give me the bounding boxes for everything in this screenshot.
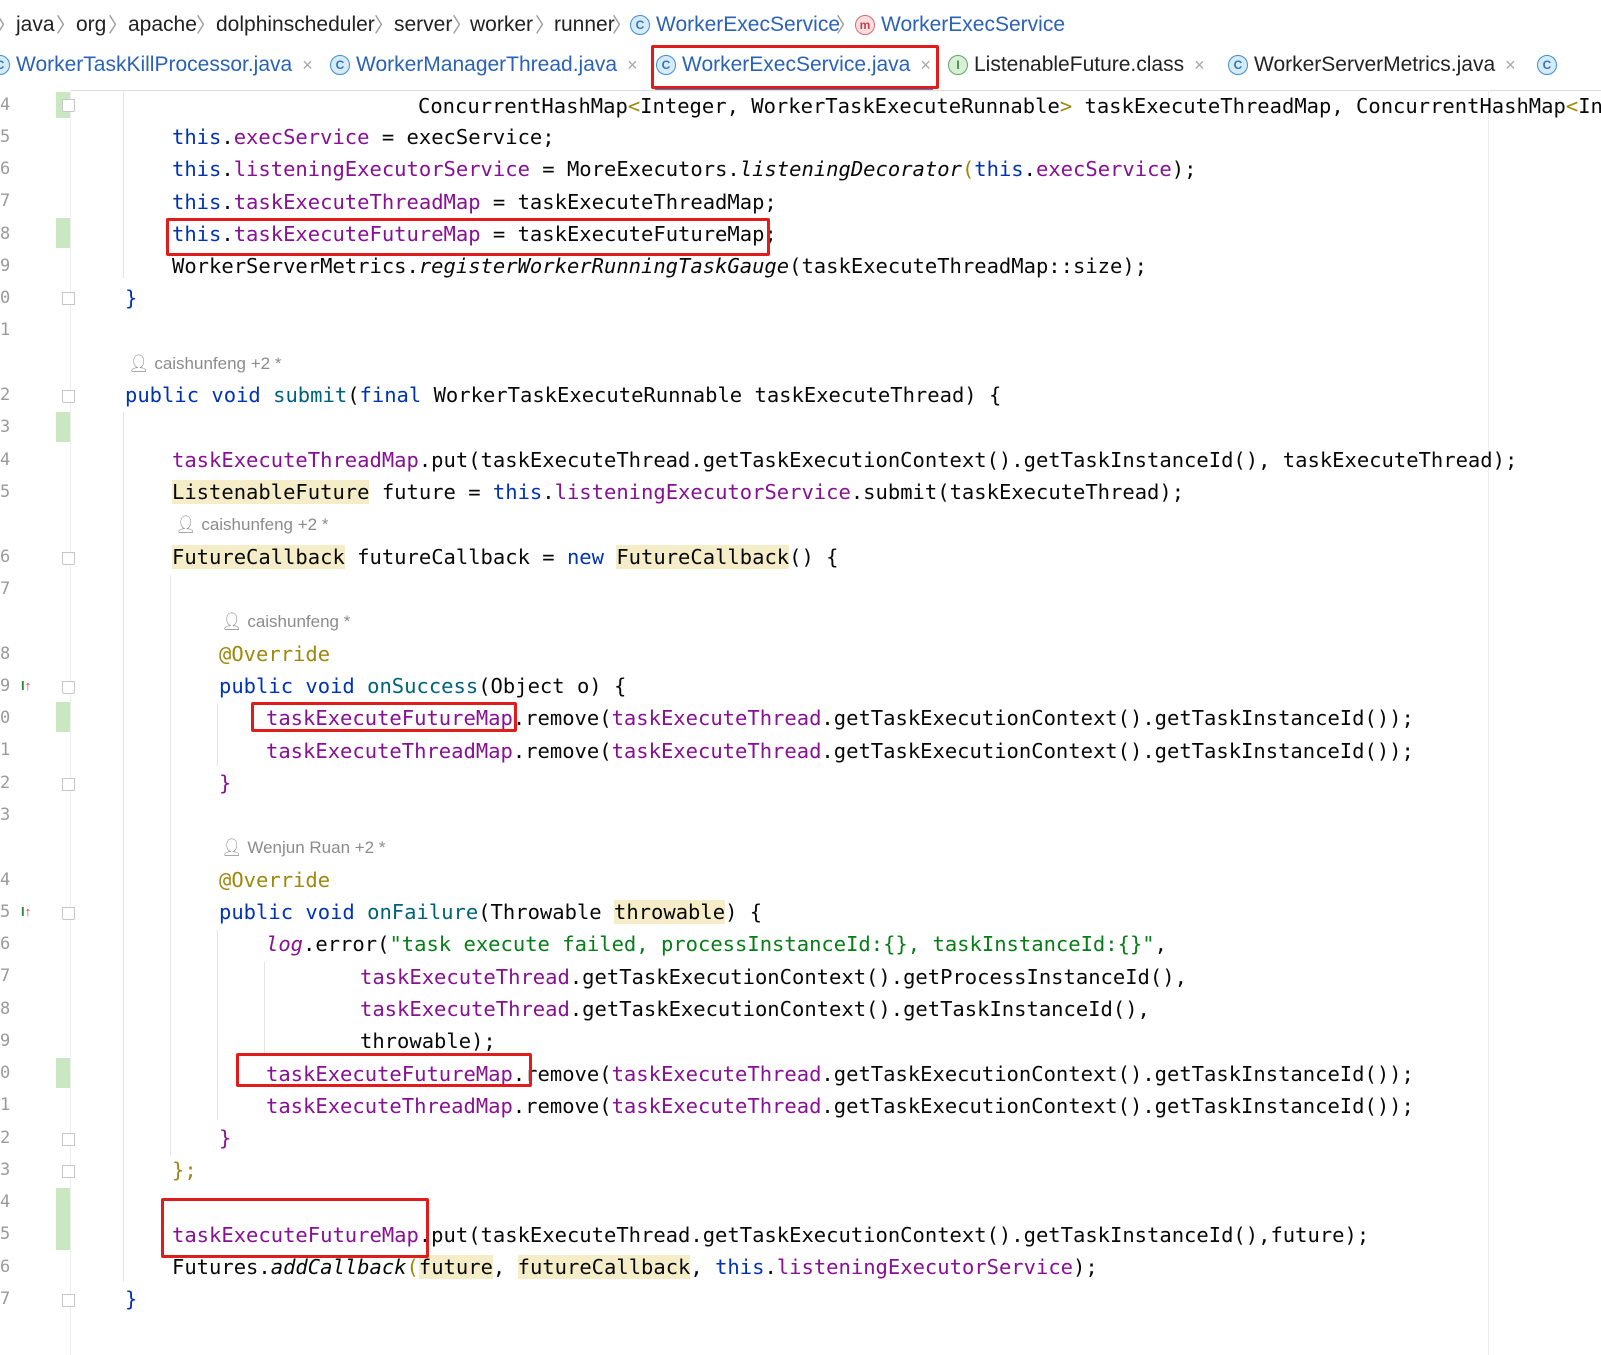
chevron-right-icon: 〉 — [452, 15, 472, 37]
user-icon: 👤︎ — [175, 515, 197, 534]
user-icon: 👤︎ — [221, 612, 243, 631]
tab-workertaskkillprocessor[interactable]: C WorkerTaskKillProcessor.java × — [0, 52, 313, 78]
code-line: taskExecuteThread.getTaskExecutionContex… — [360, 997, 1150, 1021]
tab-label: WorkerServerMetrics.java — [1254, 53, 1496, 76]
code-line: ConcurrentHashMap<Integer, WorkerTaskExe… — [418, 94, 1601, 118]
author-hint[interactable]: 👤︎ Wenjun Ruan +2 * — [221, 836, 385, 860]
author-hint[interactable]: 👤︎ caishunfeng +2 * — [175, 513, 328, 537]
code-line: this.execService = execService; — [172, 125, 555, 149]
code-line: public void onFailure(Throwable throwabl… — [219, 900, 763, 924]
chevron-right-icon: 〉 — [0, 13, 16, 39]
code-line: } — [125, 286, 138, 310]
close-icon[interactable]: × — [1194, 55, 1205, 75]
chevron-right-icon: 〉 — [836, 15, 856, 37]
tab-label: ListenableFuture.class — [974, 53, 1185, 76]
breadcrumb-class-label: WorkerExecService — [656, 13, 840, 36]
author-hint[interactable]: 👤︎ caishunfeng * — [221, 610, 350, 634]
tab-workermanagerthread[interactable]: C WorkerManagerThread.java × — [330, 52, 638, 78]
author-hint[interactable]: 👤︎ caishunfeng +2 * — [128, 352, 281, 376]
breadcrumb-item-class[interactable]: C WorkerExecService — [630, 12, 840, 38]
code-line: public void submit(final WorkerTaskExecu… — [125, 383, 1002, 407]
method-icon: m — [855, 15, 875, 35]
close-icon[interactable]: × — [1505, 55, 1516, 75]
chevron-right-icon: 〉 — [196, 15, 216, 37]
code-line: ListenableFuture future = this.listening… — [172, 480, 1185, 504]
breadcrumb-item-org[interactable]: org — [76, 12, 106, 38]
highlight-box-onfailure-remove — [236, 1053, 532, 1087]
breadcrumb-item-server[interactable]: server — [394, 12, 452, 38]
tab-overflow[interactable]: C — [1537, 52, 1563, 78]
code-line: public void onSuccess(Object o) { — [219, 674, 627, 698]
class-icon: C — [0, 55, 10, 75]
code-line: } — [219, 1126, 232, 1150]
code-line: @Override — [219, 642, 331, 666]
breadcrumb: 〉 java 〉 org 〉 apache 〉 dolphinscheduler… — [0, 0, 1601, 45]
user-icon: 👤︎ — [221, 838, 243, 857]
code-line: taskExecuteThreadMap.remove(taskExecuteT… — [266, 1094, 1414, 1118]
code-line: taskExecuteThread.getTaskExecutionContex… — [360, 965, 1187, 989]
code-line: this.taskExecuteThreadMap = taskExecuteT… — [172, 190, 777, 214]
code-line: FutureCallback futureCallback = new Futu… — [172, 545, 839, 569]
tab-workerservermetrics[interactable]: C WorkerServerMetrics.java × — [1228, 52, 1516, 78]
class-icon: C — [1537, 55, 1557, 75]
highlight-box-assignment — [166, 218, 770, 256]
close-icon[interactable]: × — [302, 55, 313, 75]
chevron-right-icon: 〉 — [612, 15, 632, 37]
code-line: this.listeningExecutorService = MoreExec… — [172, 157, 1197, 181]
breadcrumb-item-runner[interactable]: runner — [554, 12, 615, 38]
code-line: @Override — [219, 868, 331, 892]
highlight-box-tab — [651, 45, 939, 89]
breadcrumb-method-label: WorkerExecService — [881, 13, 1065, 36]
tab-listenablefuture[interactable]: I ListenableFuture.class × — [948, 52, 1205, 78]
breadcrumb-item-java[interactable]: java — [16, 12, 55, 38]
code-line: taskExecuteThreadMap.put(taskExecuteThre… — [172, 448, 1518, 472]
code-line: log.error("task execute failed, processI… — [266, 932, 1167, 956]
highlight-box-onsuccess-remove — [251, 702, 517, 732]
breadcrumb-item-method[interactable]: m WorkerExecService — [855, 12, 1065, 38]
code-editor[interactable]: ConcurrentHashMap<Integer, WorkerTaskExe… — [0, 90, 1601, 1355]
breadcrumb-item-dolphinscheduler[interactable]: dolphinscheduler — [216, 12, 375, 38]
tab-label: WorkerTaskKillProcessor.java — [16, 53, 293, 76]
breadcrumb-item-worker[interactable]: worker — [470, 12, 533, 38]
class-icon: C — [330, 55, 350, 75]
chevron-right-icon: 〉 — [108, 15, 128, 37]
code-line: taskExecuteThreadMap.remove(taskExecuteT… — [266, 739, 1414, 763]
class-icon: C — [630, 15, 650, 35]
tab-label: WorkerManagerThread.java — [356, 53, 618, 76]
chevron-right-icon: 〉 — [56, 15, 76, 37]
code-line: } — [125, 1287, 138, 1311]
chevron-right-icon: 〉 — [535, 15, 555, 37]
code-line: } — [219, 771, 232, 795]
code-line: }; — [172, 1158, 197, 1182]
highlight-box-put — [161, 1198, 429, 1258]
close-icon[interactable]: × — [627, 55, 638, 75]
class-icon: C — [1228, 55, 1248, 75]
interface-icon: I — [948, 55, 968, 75]
chevron-right-icon: 〉 — [374, 15, 394, 37]
user-icon: 👤︎ — [128, 354, 150, 373]
breadcrumb-item-apache[interactable]: apache — [128, 12, 197, 38]
